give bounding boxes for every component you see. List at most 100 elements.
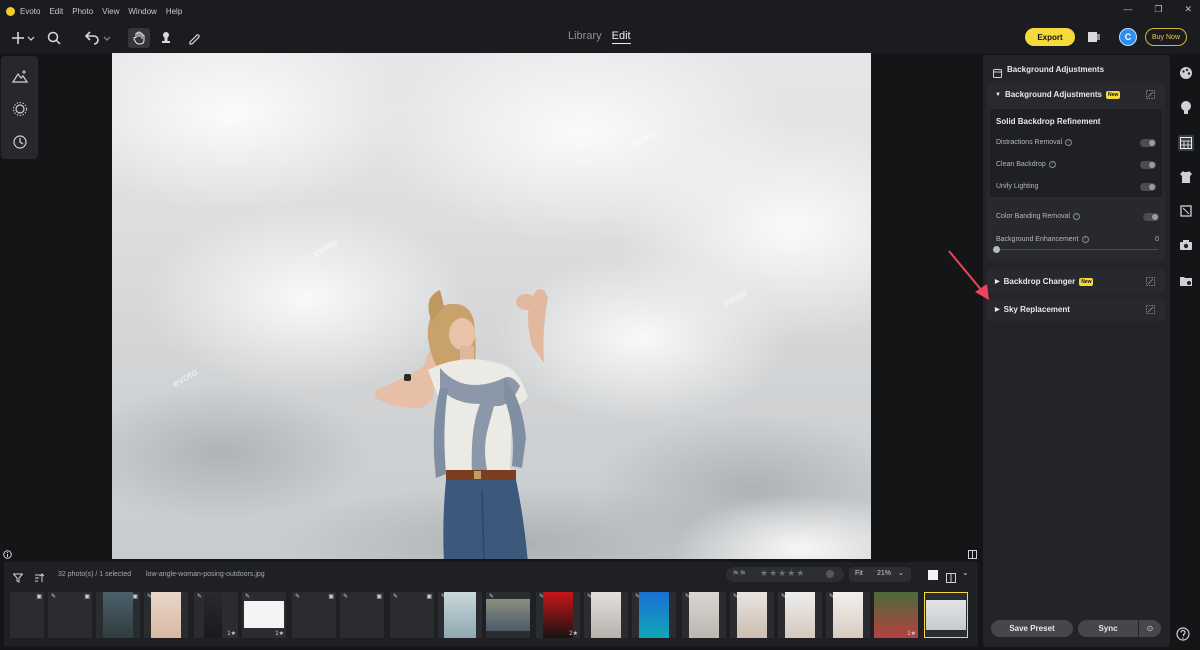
export-button[interactable]: Export: [1025, 28, 1075, 46]
rating-filter[interactable]: ⚑⚑ ★★★★★: [726, 567, 844, 582]
thumbnail[interactable]: ✎ 2★: [536, 592, 580, 638]
edited-icon: ▣: [36, 594, 42, 600]
thumbnail[interactable]: ▣: [10, 592, 44, 638]
thumbnail[interactable]: ✎: [144, 592, 188, 638]
save-preset-button[interactable]: Save Preset: [991, 620, 1073, 637]
tab-library[interactable]: Library: [568, 30, 602, 44]
pen-icon: ✎: [393, 594, 399, 600]
tab-edit[interactable]: Edit: [611, 30, 631, 44]
thumbnail[interactable]: ✎1★: [874, 592, 918, 638]
right-tool-strip: [1171, 55, 1200, 315]
background-adjust-icon[interactable]: [1178, 135, 1194, 151]
menu-window[interactable]: Window: [128, 7, 156, 16]
enhancement-slider[interactable]: [996, 249, 1158, 250]
chevron-down-icon[interactable]: ⌄: [962, 568, 969, 577]
caret-down-icon: ▼: [995, 91, 1001, 98]
thumbnail[interactable]: ✎1★: [194, 592, 238, 638]
thumbnail-selected[interactable]: [924, 592, 968, 638]
close-icon[interactable]: ✕: [1184, 4, 1192, 15]
thumbnail[interactable]: ✎: [778, 592, 822, 638]
chevron-down-icon[interactable]: ⌄: [898, 569, 904, 577]
thumbnail[interactable]: ✎: [826, 592, 870, 638]
rating-badge: 1★: [907, 631, 916, 637]
section-header[interactable]: ▼ Background Adjustments New: [995, 90, 1121, 99]
buy-now-button[interactable]: Buy Now: [1145, 28, 1187, 46]
subheading: Solid Backdrop Refinement: [996, 117, 1101, 126]
thumbnail[interactable]: ✎: [730, 592, 774, 638]
single-view-icon[interactable]: [928, 570, 938, 580]
zoom-control[interactable]: Fit 21% ⌄: [849, 567, 911, 582]
search-icon[interactable]: [46, 29, 62, 47]
filter-icon[interactable]: [12, 570, 24, 583]
compare-icon[interactable]: [1087, 30, 1101, 44]
unify-lighting-row: Unify Lighting: [996, 183, 1039, 190]
zoom-level[interactable]: 21%: [877, 570, 891, 577]
sync-button[interactable]: Sync: [1078, 620, 1138, 637]
thumbnail[interactable]: ✎: [632, 592, 676, 638]
caret-right-icon: ▶: [995, 307, 1000, 313]
stamp-tool-icon[interactable]: [158, 29, 174, 47]
reset-icon[interactable]: [1146, 90, 1155, 99]
camera-icon[interactable]: [1178, 237, 1194, 253]
rating-badge: 1★: [275, 631, 284, 637]
maximize-icon[interactable]: ❐: [1154, 4, 1162, 15]
reset-icon[interactable]: [1146, 277, 1155, 286]
menu-photo[interactable]: Photo: [72, 7, 93, 16]
flag-icon[interactable]: ⚑⚑: [732, 569, 746, 578]
fit-button[interactable]: Fit: [855, 570, 863, 577]
adjustments-panel: Background Adjustments ▼ Background Adju…: [983, 55, 1170, 647]
ai-adjust-icon[interactable]: [12, 68, 28, 84]
menu-edit[interactable]: Edit: [49, 7, 63, 16]
clothing-icon[interactable]: [1178, 169, 1194, 185]
brush-tool-icon[interactable]: [186, 29, 202, 47]
add-icon[interactable]: [10, 29, 36, 47]
crop-icon[interactable]: [1178, 203, 1194, 219]
menu-app[interactable]: Evoto: [20, 7, 40, 16]
color-banding-toggle[interactable]: [1143, 213, 1159, 221]
reset-icon[interactable]: [1146, 305, 1155, 314]
pen-icon: ✎: [295, 594, 301, 600]
photo-canvas[interactable]: evoto evoto evoto evoto evoto: [112, 53, 871, 559]
undo-icon[interactable]: [84, 29, 112, 47]
sort-icon[interactable]: [34, 570, 45, 582]
info-icon[interactable]: [3, 546, 12, 559]
face-icon[interactable]: [1178, 99, 1194, 115]
grid-view-icon[interactable]: [946, 570, 956, 583]
thumbnail[interactable]: ▣: [96, 592, 140, 638]
help-icon[interactable]: ?: [1072, 213, 1080, 220]
thumbnail[interactable]: ✎ ▣: [292, 592, 336, 638]
section-backdrop-changer[interactable]: ▶ Backdrop Changer New: [987, 269, 1165, 293]
thumbnail[interactable]: ✎: [682, 592, 726, 638]
clean-backdrop-toggle[interactable]: [1140, 161, 1156, 169]
color-label-icon[interactable]: [826, 570, 834, 578]
section-sky-replacement[interactable]: ▶ Sky Replacement: [987, 297, 1165, 321]
avatar[interactable]: C: [1119, 28, 1137, 46]
thumbnail[interactable]: ✎: [584, 592, 628, 638]
folder-settings-icon[interactable]: [1178, 273, 1194, 289]
menu-help[interactable]: Help: [166, 7, 182, 16]
edited-icon: ▣: [84, 594, 90, 600]
sync-options-icon[interactable]: ⊙: [1139, 620, 1161, 637]
distractions-removal-toggle[interactable]: [1140, 139, 1156, 147]
help-icon[interactable]: ?: [1048, 161, 1056, 168]
help-icon[interactable]: ?: [1081, 236, 1089, 243]
thumbnail[interactable]: ✎1★: [242, 592, 286, 638]
palette-icon[interactable]: [1178, 65, 1194, 81]
thumbnail[interactable]: ✎: [486, 592, 530, 638]
edited-icon: ▣: [132, 594, 138, 600]
history-icon[interactable]: [12, 134, 28, 150]
thumbnail[interactable]: ✎ ▣: [48, 592, 92, 638]
hand-tool-icon[interactable]: [128, 28, 150, 48]
thumbnail[interactable]: ✎: [438, 592, 482, 638]
menu-bar: Evoto Edit Photo View Window Help — ❐ ✕: [0, 0, 1200, 22]
minimize-icon[interactable]: —: [1123, 4, 1132, 15]
help-icon[interactable]: ?: [1065, 139, 1073, 146]
retouch-icon[interactable]: [12, 101, 28, 117]
thumbnail[interactable]: ✎ ▣: [390, 592, 434, 638]
split-view-icon[interactable]: [968, 546, 977, 559]
unify-lighting-toggle[interactable]: [1140, 183, 1156, 191]
menu-view[interactable]: View: [102, 7, 119, 16]
thumbnail[interactable]: ✎ ▣: [340, 592, 384, 638]
star-rating-icon[interactable]: ★★★★★: [760, 568, 805, 579]
help-icon[interactable]: [1176, 627, 1192, 643]
